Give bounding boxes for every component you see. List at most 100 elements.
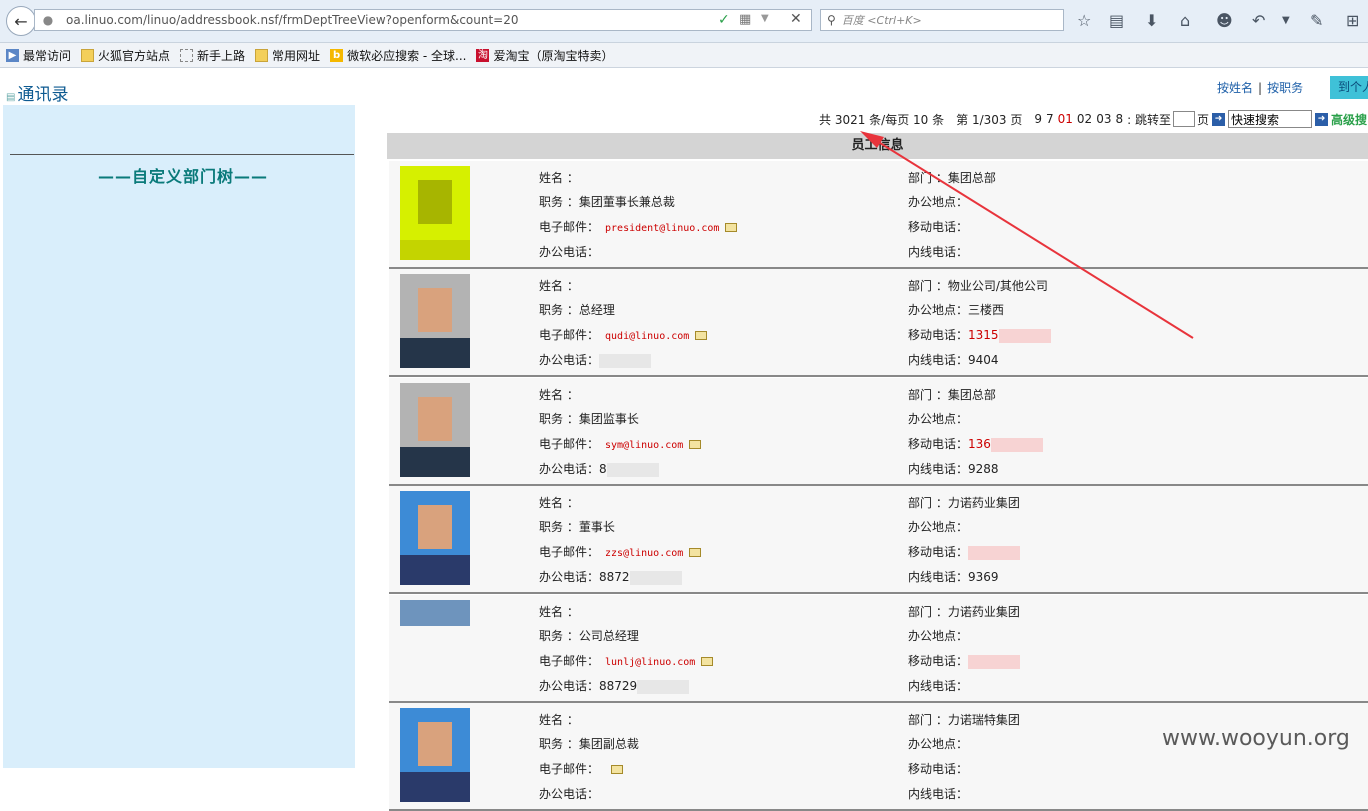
url-bar[interactable]: ● oa.linuo.com/linuo/addressbook.nsf/frm…: [34, 9, 812, 31]
dept-value: 力诺药业集团: [947, 605, 1020, 619]
office-phone-row: 办公电话：88729: [539, 677, 690, 694]
mail-icon[interactable]: [611, 765, 624, 774]
office-phone-label: 办公电话：: [539, 570, 600, 584]
undo-icon[interactable]: ↶: [1252, 11, 1265, 31]
photo-face: [418, 397, 452, 441]
bookmark-firefox-official[interactable]: 火狐官方站点: [81, 47, 170, 64]
photo-body: [400, 240, 470, 260]
sort-by-name-link[interactable]: 按姓名: [1217, 81, 1253, 95]
office-phone-row: 办公电话：8872: [539, 568, 682, 585]
bookmark-getting-started[interactable]: 新手上路: [180, 47, 245, 64]
pager-link[interactable]: 7: [1046, 112, 1054, 126]
smiley-icon[interactable]: ☻: [1216, 11, 1233, 31]
employee-photo[interactable]: [400, 383, 470, 477]
mail-icon[interactable]: [701, 657, 714, 666]
pager-link[interactable]: 9: [1034, 112, 1042, 126]
ext-value: 9369: [968, 570, 999, 584]
bookmark-most-visited[interactable]: ▶ 最常访问: [6, 47, 71, 64]
folder-icon: [81, 48, 95, 62]
bookmark-common-sites[interactable]: 常用网址: [255, 47, 320, 64]
employee-photo[interactable]: [400, 274, 470, 368]
sort-by-job-link[interactable]: 按职务: [1267, 81, 1303, 95]
chat-icon[interactable]: ✎: [1310, 11, 1323, 31]
chevron-down-icon[interactable]: ▼: [761, 13, 769, 24]
employee-record: 姓名 ： 职务 ：集团副总裁 电子邮件： 办公电话： 部门 ：力诺瑞特集团 办公地点： 移动…: [389, 703, 1368, 811]
bookmark-aitaobao[interactable]: 淘 爱淘宝（原淘宝特卖）: [476, 47, 613, 64]
mail-icon[interactable]: [689, 548, 702, 557]
image-placeholder-icon: ▤: [6, 92, 16, 103]
search-go-arrow-icon[interactable]: ➜: [1314, 112, 1328, 126]
location-label: 办公地点：: [908, 195, 969, 209]
quick-search-input[interactable]: [1227, 110, 1312, 128]
jump-page-input[interactable]: [1172, 111, 1195, 127]
ext-label: 内线电话：: [908, 245, 969, 259]
search-placeholder: 百度 <Ctrl+K>: [841, 14, 922, 27]
taobao-icon: 淘: [476, 48, 490, 62]
email-label: 电子邮件：: [539, 545, 600, 559]
watermark: www.wooyun.org: [1162, 726, 1350, 751]
star-icon[interactable]: ☆: [1077, 11, 1091, 31]
job-row: 职务 ：公司总经理: [539, 627, 639, 644]
ext-value: 9288: [968, 462, 999, 476]
redaction-blur: [599, 353, 652, 368]
location-label: 办公地点：: [908, 412, 969, 426]
mobile-row: 移动电话：: [908, 652, 1021, 669]
mail-icon[interactable]: [695, 331, 708, 340]
mail-icon[interactable]: [689, 440, 702, 449]
personal-button[interactable]: 到个人: [1330, 76, 1368, 99]
home-icon[interactable]: ⌂: [1180, 11, 1190, 31]
url-text[interactable]: oa.linuo.com/linuo/addressbook.nsf/frmDe…: [66, 13, 519, 27]
location-label: 办公地点：: [908, 520, 969, 534]
employee-photo[interactable]: [400, 491, 470, 585]
ext-label: 内线电话：: [908, 787, 969, 801]
reading-list-icon[interactable]: ▤: [1109, 11, 1124, 31]
back-icon[interactable]: ←: [6, 6, 36, 36]
download-icon[interactable]: ⬇: [1145, 11, 1158, 31]
mobile-label: 移动电话：: [908, 762, 969, 776]
pager-link[interactable]: 03: [1096, 112, 1111, 126]
name-label: 姓名 ：: [539, 279, 579, 293]
employee-photo[interactable]: [400, 708, 470, 802]
photo-face: [418, 505, 452, 549]
pager-link[interactable]: 02: [1077, 112, 1092, 126]
email-row: 电子邮件： sym@linuo.com: [539, 435, 702, 452]
qr-code-icon[interactable]: ▦: [739, 12, 751, 27]
dept-row: 部门 ：物业公司/其他公司: [908, 277, 1048, 294]
email-link[interactable]: zzs@linuo.com: [605, 548, 683, 559]
job-row: 职务 ：集团监事长: [539, 410, 639, 427]
employee-record: 姓名 ： 职务 ：公司总经理 电子邮件： lunlj@linuo.com 办公电话：88…: [389, 595, 1368, 703]
job-label: 职务 ：: [539, 520, 579, 534]
email-link[interactable]: sym@linuo.com: [605, 440, 683, 451]
mobile-value: 136: [968, 437, 991, 451]
shield-icon[interactable]: ✓: [718, 12, 732, 28]
email-link[interactable]: president@linuo.com: [605, 223, 719, 234]
email-link[interactable]: lunlj@linuo.com: [605, 657, 695, 668]
go-arrow-icon[interactable]: ➜: [1211, 112, 1225, 126]
employee-photo[interactable]: [400, 600, 470, 626]
crop-icon[interactable]: ⊞: [1346, 11, 1359, 31]
pager-summary: 共 3021 条/每页 10 条: [819, 112, 945, 127]
dept-value: 物业公司/其他公司: [947, 279, 1048, 293]
page-title-text: 通讯录: [17, 85, 69, 105]
mail-icon[interactable]: [725, 223, 738, 232]
name-row: 姓名 ：: [539, 277, 579, 294]
globe-icon: ●: [42, 13, 54, 27]
chevron-down-icon[interactable]: ▼: [1282, 11, 1290, 31]
bookmark-bing[interactable]: b 微软必应搜索 - 全球...: [330, 47, 466, 64]
pager-link[interactable]: 8: [1115, 112, 1123, 126]
email-label: 电子邮件：: [539, 762, 600, 776]
redaction-blur: [606, 462, 659, 477]
location-label: 办公地点：: [908, 629, 969, 643]
close-icon[interactable]: ✕: [790, 11, 802, 27]
name-row: 姓名 ：: [539, 386, 579, 403]
search-bar[interactable]: ⚲ 百度 <Ctrl+K>: [820, 9, 1064, 31]
employee-photo[interactable]: [400, 166, 470, 260]
employee-record: 姓名 ： 职务 ：集团监事长 电子邮件： sym@linuo.com 办公电话：8 部门 …: [389, 378, 1368, 486]
mobile-label: 移动电话：: [908, 328, 969, 342]
pager-link[interactable]: 01: [1058, 112, 1073, 126]
ext-row: 内线电话：: [908, 677, 968, 694]
page-icon: [180, 48, 194, 62]
advanced-search-link[interactable]: 高级搜: [1331, 111, 1367, 128]
ext-row: 内线电话：9404: [908, 351, 999, 368]
email-link[interactable]: qudi@linuo.com: [605, 331, 689, 342]
